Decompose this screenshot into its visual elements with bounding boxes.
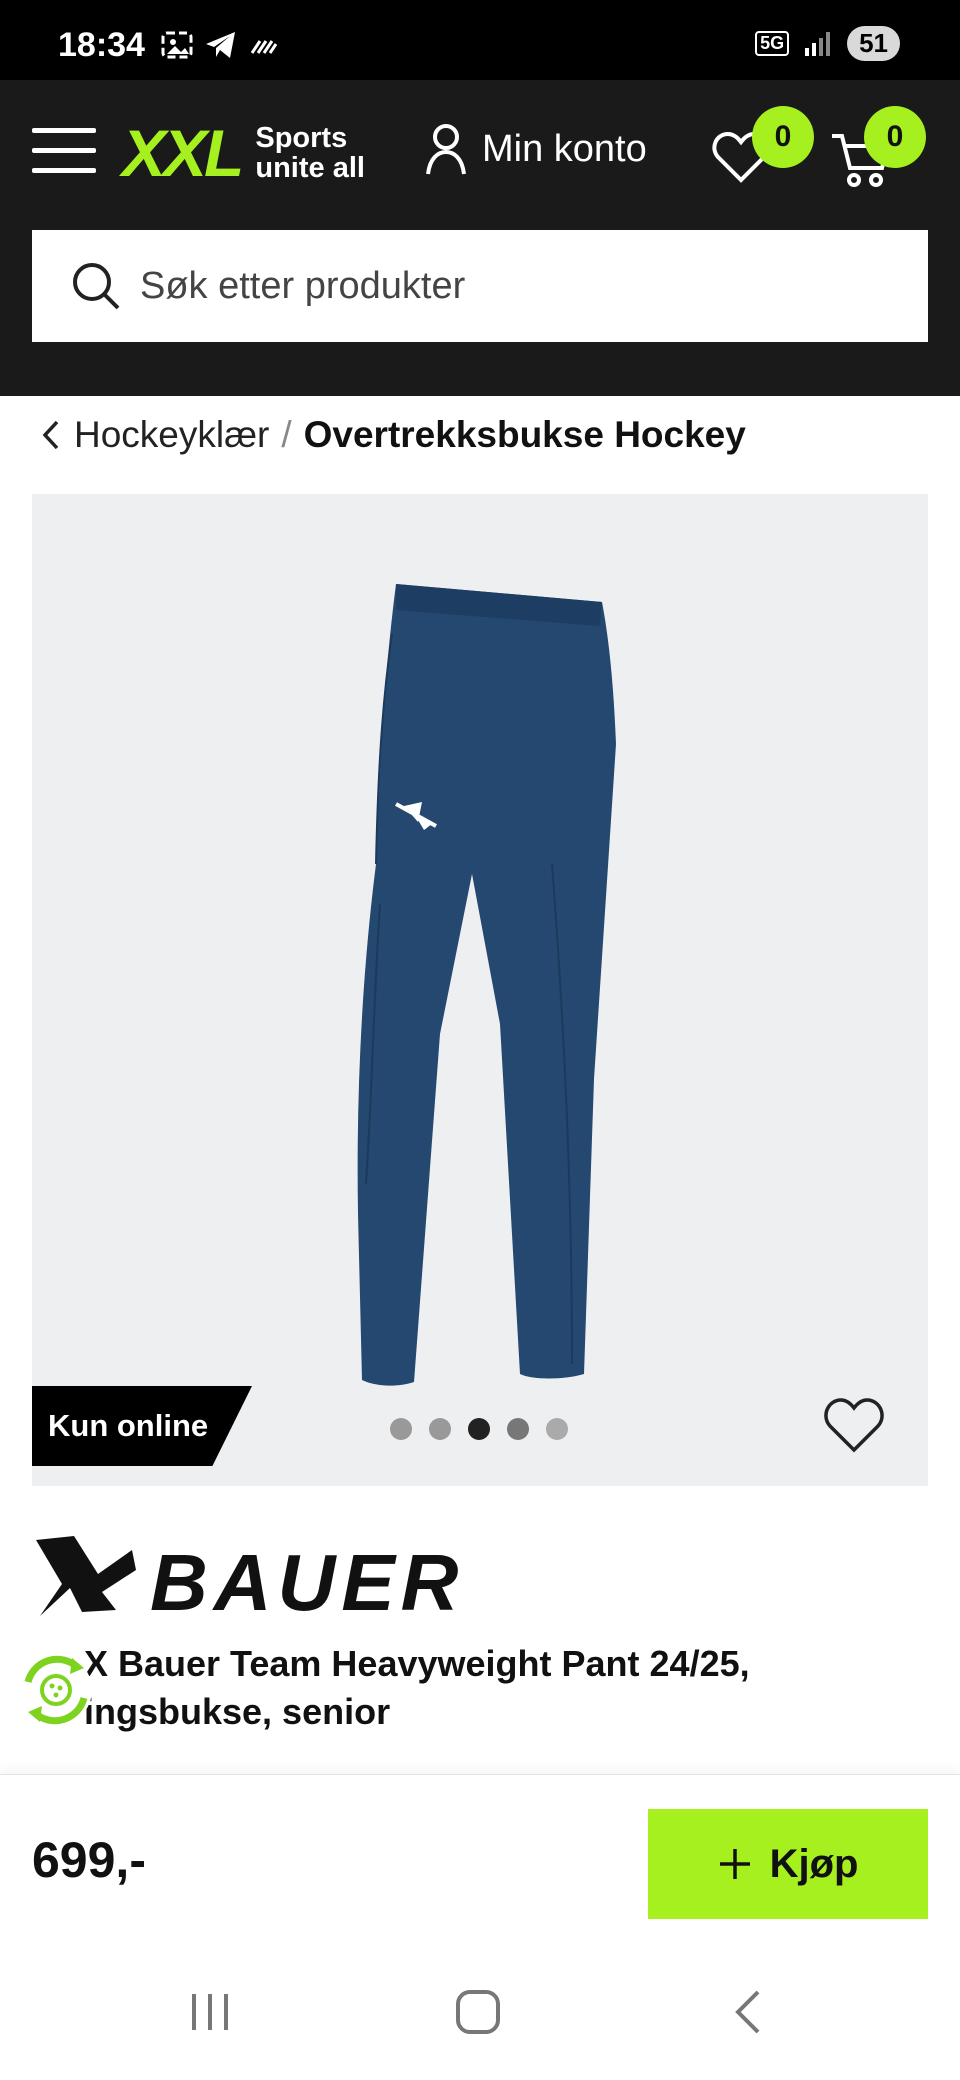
cart-count-badge: 0 <box>864 106 926 168</box>
product-title-line-1: X Bauer Team Heavyweight Pant 24/25, <box>84 1643 750 1684</box>
purchase-bar: 699,- Kjøp <box>0 1774 960 1942</box>
breadcrumb: Hockeyklær / Overtrekksbukse Hockey <box>40 414 746 456</box>
pagination-dot[interactable] <box>390 1418 412 1440</box>
product-gallery[interactable]: Kun online <box>32 494 928 1486</box>
breadcrumb-current: Overtrekksbukse Hockey <box>303 414 746 455</box>
home-icon[interactable] <box>448 1982 508 2042</box>
network-5g-icon: 5G <box>755 31 790 56</box>
cell-signal-icon <box>805 31 831 56</box>
breadcrumb-separator: / <box>281 414 292 455</box>
online-only-tag: Kun online <box>32 1386 252 1466</box>
telegram-icon <box>206 32 235 58</box>
search-icon <box>73 263 120 310</box>
chevron-left-icon[interactable] <box>40 418 62 452</box>
breadcrumb-parent[interactable]: Hockeyklær <box>74 414 269 456</box>
logo-tagline-line-1: Sports <box>255 122 348 154</box>
pagination-dot[interactable] <box>429 1418 451 1440</box>
account-label: Min konto <box>482 127 647 170</box>
bauer-logo[interactable]: BAUER <box>32 1530 592 1620</box>
pagination-dot[interactable] <box>507 1418 529 1440</box>
plus-icon <box>719 1849 750 1879</box>
sustainability-icon[interactable] <box>18 1652 94 1728</box>
add-to-wishlist-heart-icon[interactable] <box>822 1394 886 1458</box>
gallery-icon <box>161 31 193 59</box>
menu-icon-line <box>32 148 96 153</box>
pagination-dot-active[interactable] <box>468 1418 490 1440</box>
xxl-logo[interactable]: XXL Sports unite all <box>122 120 365 186</box>
brand-wordmark: BAUER <box>150 1538 464 1620</box>
system-nav-bar <box>0 1942 960 2080</box>
logo-tagline: Sports unite all <box>255 123 365 183</box>
account-link[interactable]: Min konto <box>424 122 647 176</box>
product-title: X Bauer Team Heavyweight Pant 24/25, ing… <box>84 1640 904 1736</box>
wishlist-button[interactable]: 0 <box>712 106 814 189</box>
logo-mark: XXL <box>122 116 244 190</box>
menu-icon <box>32 128 96 133</box>
image-pagination[interactable] <box>390 1418 568 1440</box>
search-input[interactable] <box>140 264 900 308</box>
status-bar: 18:34 5G 51 <box>0 0 960 80</box>
status-time: 18:34 <box>58 26 145 64</box>
cart-button[interactable]: 0 <box>830 106 926 195</box>
search-bar[interactable] <box>32 230 928 342</box>
menu-button[interactable] <box>32 128 96 174</box>
recent-apps-icon[interactable] <box>180 1982 240 2042</box>
back-icon[interactable] <box>720 1982 780 2042</box>
menu-icon-line <box>32 168 96 173</box>
product-price: 699,- <box>32 1832 146 1888</box>
wishlist-count-badge: 0 <box>752 106 814 168</box>
product-title-line-2: ingsbukse, senior <box>84 1691 391 1732</box>
battery-indicator: 51 <box>847 26 900 61</box>
user-icon <box>426 124 466 175</box>
site-header: XXL Sports unite all Min konto 0 0 <box>0 80 960 396</box>
buy-button[interactable]: Kjøp <box>648 1809 928 1919</box>
system-icons: 5G 51 <box>755 26 900 61</box>
signal-strike-icon <box>250 40 278 54</box>
buy-button-label: Kjøp <box>769 1841 859 1886</box>
logo-tagline-line-2: unite all <box>255 152 365 184</box>
notification-icons <box>160 30 278 60</box>
pagination-dot[interactable] <box>546 1418 568 1440</box>
product-image <box>357 584 616 1386</box>
